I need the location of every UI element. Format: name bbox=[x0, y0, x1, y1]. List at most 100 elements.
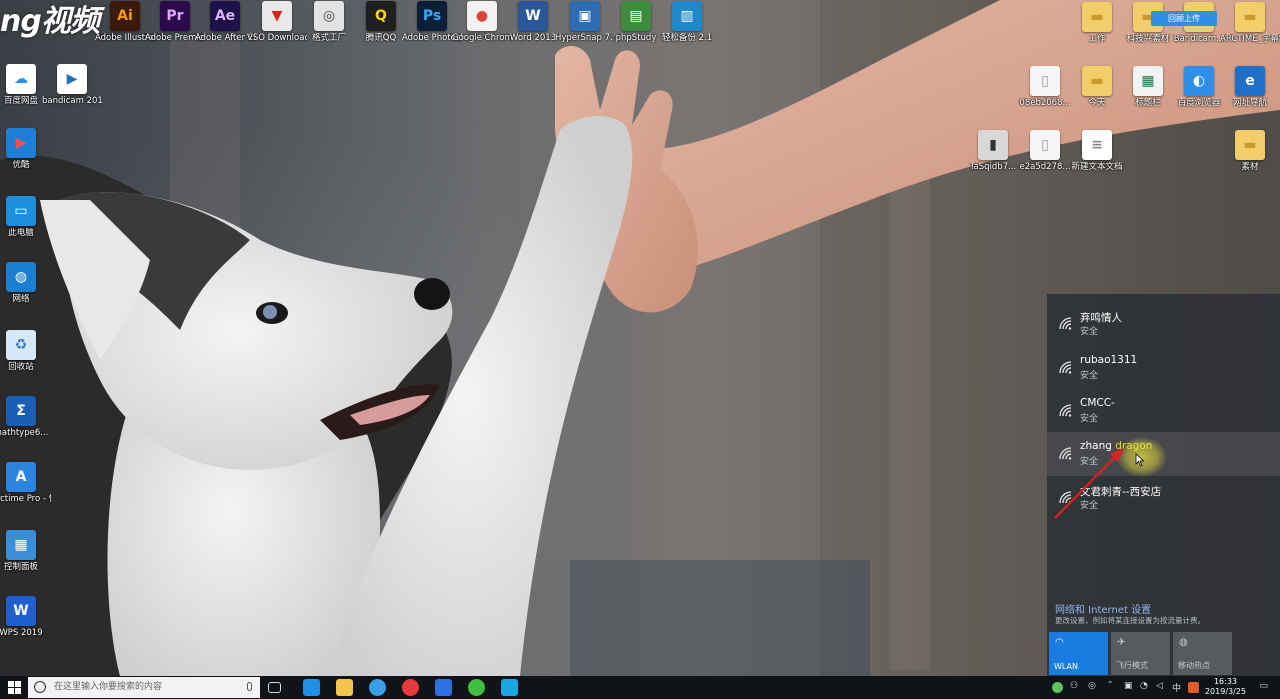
document-icon: ▯ bbox=[1030, 130, 1060, 160]
show-hidden-icons-chevron-icon[interactable]: ˄ bbox=[1108, 681, 1113, 691]
text-file-icon: ≡ bbox=[1082, 130, 1112, 160]
folder-icon: ▬ bbox=[1082, 2, 1112, 32]
backup-icon: ▥ bbox=[672, 1, 702, 31]
desktop-shortcut[interactable]: Ae Adobe After Effects CC ... bbox=[195, 1, 255, 43]
mouse-pointer-icon bbox=[1135, 453, 1145, 467]
desktop-shortcut[interactable]: ♻ 回收站 bbox=[0, 330, 51, 372]
desktop-shortcut[interactable]: ▭ 此电脑 bbox=[0, 196, 51, 238]
ie-browser-icon[interactable] bbox=[369, 679, 386, 696]
wifi-network-name-text: 弃鸣情人 bbox=[1080, 312, 1122, 324]
desktop-shortcut-label: 格式工厂 bbox=[311, 33, 346, 43]
photoshop-icon: Ps bbox=[417, 1, 447, 31]
clock[interactable]: 16:33 2019/3/25 bbox=[1205, 677, 1246, 697]
desktop-shortcut[interactable]: ▮ TaSqidb7... bbox=[963, 130, 1023, 172]
desktop-shortcut[interactable]: A Arctime Pro - 快速字幕 bbox=[0, 462, 51, 504]
desktop-shortcut[interactable]: W WPS 2019 bbox=[0, 596, 51, 638]
desktop-shortcut-label: 网址导航 bbox=[1232, 98, 1267, 108]
wps-taskbar-icon[interactable] bbox=[435, 679, 452, 696]
edge-icon[interactable] bbox=[303, 679, 320, 696]
desktop-shortcut-label: e2a5d278... bbox=[1019, 162, 1071, 172]
desktop-shortcut[interactable]: ▯ e2a5d278... bbox=[1015, 130, 1075, 172]
app-icon[interactable] bbox=[501, 679, 518, 696]
network-settings-description: 更改设置，例如将某连接设置为按流量计费。 bbox=[1055, 616, 1205, 625]
taskbar-search-box[interactable]: 在这里输入你要搜索的内容 bbox=[28, 677, 260, 698]
wifi-network-item[interactable]: 弃鸣情人 安全 bbox=[1047, 302, 1280, 346]
desktop-shortcut-label: 新建文本文档 bbox=[1071, 162, 1123, 172]
wifi-signal-icon bbox=[1059, 317, 1072, 330]
baidu-netdisk-icon: ☁ bbox=[6, 64, 36, 94]
desktop-shortcut-label: 控制面板 bbox=[3, 562, 38, 572]
desktop-shortcut[interactable]: ▦ 控制面板 bbox=[0, 530, 51, 572]
vso-icon: ▼ bbox=[262, 1, 292, 31]
wifi-network-item[interactable]: rubao1311 安全 bbox=[1047, 346, 1280, 390]
excel-file-icon: ▦ bbox=[1133, 66, 1163, 96]
quick-action-airplane[interactable]: ✈ 飞行模式 bbox=[1111, 632, 1170, 675]
tray-icon[interactable]: ▣ bbox=[1124, 681, 1133, 691]
wifi-network-name-text: rubao1311 bbox=[1080, 354, 1138, 366]
task-view-icon[interactable] bbox=[268, 682, 281, 693]
video-file-icon: ▶ bbox=[57, 64, 87, 94]
desktop-shortcut[interactable]: ▬ ARCTIME_字幕制作软件 bbox=[1220, 2, 1280, 44]
record-icon[interactable] bbox=[402, 679, 419, 696]
sogou-icon[interactable] bbox=[1188, 682, 1199, 693]
quick-action-hotspot[interactable]: ◍ 移动热点 bbox=[1173, 632, 1232, 675]
airplane-icon: ✈ bbox=[1117, 637, 1126, 648]
wechat-icon[interactable] bbox=[468, 679, 485, 696]
desktop-shortcut[interactable]: ◍ 网络 bbox=[0, 262, 51, 304]
network-settings-link[interactable]: 网络和 Internet 设置 bbox=[1055, 601, 1151, 616]
desktop-shortcut-label: 素材 bbox=[1241, 162, 1259, 172]
desktop-shortcut[interactable]: ◎ 格式工厂 bbox=[299, 1, 359, 43]
folder-icon: ▬ bbox=[1235, 2, 1265, 32]
youku-icon: ▶ bbox=[6, 128, 36, 158]
document-icon: ▯ bbox=[1030, 66, 1060, 96]
upload-badge[interactable]: 回顾上传 bbox=[1151, 11, 1217, 26]
search-tray-icon[interactable]: ◎ bbox=[1088, 681, 1096, 691]
quick-action-wifi[interactable]: ◠ WLAN bbox=[1049, 632, 1108, 675]
microphone-icon[interactable] bbox=[247, 682, 252, 691]
people-icon[interactable]: ⚇ bbox=[1070, 681, 1078, 691]
ie-icon: e bbox=[1235, 66, 1265, 96]
desktop-shortcut-label: 此电脑 bbox=[8, 228, 34, 238]
desktop-shortcut[interactable]: W Word 2013 bbox=[503, 1, 563, 43]
video-watermark: ng视频 bbox=[0, 4, 100, 39]
qq-icon: Q bbox=[366, 1, 396, 31]
volume-icon[interactable]: ◁ bbox=[1156, 681, 1163, 691]
desktop-shortcut[interactable]: Σmathtype6... bbox=[0, 396, 51, 438]
notification-icon[interactable]: ▭ bbox=[1259, 681, 1268, 691]
hypersnap-icon: ▣ bbox=[570, 1, 600, 31]
desktop-shortcut[interactable]: ▯ 08eb2068... bbox=[1015, 66, 1075, 108]
baidu-browser-icon: ◐ bbox=[1184, 66, 1214, 96]
start-button[interactable] bbox=[0, 676, 28, 699]
after-effects-icon: Ae bbox=[210, 1, 240, 31]
desktop-shortcut-label: 轻松备份 2.1 bbox=[661, 33, 713, 43]
format-factory-icon: ◎ bbox=[314, 1, 344, 31]
wifi-network-item[interactable]: CMCC- 安全 bbox=[1047, 389, 1280, 433]
desktop-shortcut-label: 08eb2068... bbox=[1019, 98, 1071, 108]
quick-action-label: 飞行模式 bbox=[1116, 661, 1148, 670]
file-explorer-icon[interactable] bbox=[336, 679, 353, 696]
wifi-network-name: 弃鸣情人 bbox=[1080, 310, 1122, 325]
clock-time: 16:33 bbox=[1213, 677, 1238, 686]
desktop-shortcut-label: ARCTIME_字幕制作软件 bbox=[1220, 34, 1280, 44]
ime-indicator[interactable]: 中 bbox=[1172, 681, 1181, 694]
premiere-icon: Pr bbox=[160, 1, 190, 31]
wifi-security-label: 安全 bbox=[1080, 371, 1099, 381]
hotspot-icon: ◍ bbox=[1179, 637, 1188, 648]
this-pc-icon: ▭ bbox=[6, 196, 36, 226]
desktop-shortcut[interactable]: ▬ 素材 bbox=[1220, 130, 1280, 172]
desktop-shortcut[interactable]: ≡ 新建文本文档 bbox=[1067, 130, 1127, 172]
desktop-shortcut[interactable]: ▥ 轻松备份 2.1 bbox=[657, 1, 717, 43]
desktop-shortcut[interactable]: ▶ bandicam 2019-03-2... bbox=[42, 64, 102, 106]
windows-logo-icon bbox=[7, 681, 21, 694]
illustrator-icon: Ai bbox=[110, 1, 140, 31]
desktop-shortcut[interactable]: ▶ 优酷 bbox=[0, 128, 51, 170]
desktop-shortcut-label: 回收站 bbox=[8, 362, 34, 372]
desktop-shortcut[interactable]: e 网址导航 bbox=[1220, 66, 1280, 108]
tray-app-icon[interactable] bbox=[1052, 682, 1063, 693]
system-tray: ⚇ ◎ ˄ ▣ ◔ ◁ 中 16:33 2019/3/25 ▭ bbox=[1040, 676, 1280, 699]
wifi-tray-icon[interactable]: ◔ bbox=[1140, 681, 1148, 691]
desktop-shortcut[interactable]: ▼ VSO Download... bbox=[247, 1, 307, 43]
wifi-icon: ◠ bbox=[1055, 637, 1064, 648]
folder-icon: ▬ bbox=[1235, 130, 1265, 160]
quick-action-label: 移动热点 bbox=[1178, 661, 1210, 670]
